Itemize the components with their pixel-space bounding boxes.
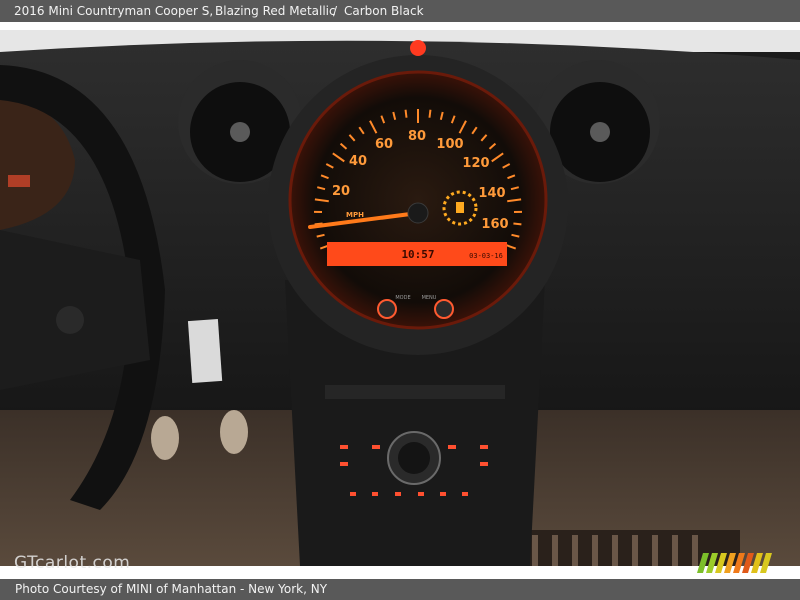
dashboard-illustration: 20 40 60 80 100 120 140 160 MPH 10:57 03… bbox=[0, 30, 800, 566]
tachometer-display bbox=[8, 175, 30, 187]
speed-label-140: 140 bbox=[478, 186, 505, 201]
speedometer-tick bbox=[428, 109, 432, 118]
brake-pedal bbox=[151, 416, 179, 460]
dashboard-photo: 20 40 60 80 100 120 140 160 MPH 10:57 03… bbox=[0, 30, 800, 566]
speed-label-20: 20 bbox=[332, 184, 350, 199]
right-knob[interactable] bbox=[434, 299, 454, 319]
speed-label-80: 80 bbox=[408, 129, 426, 144]
speedometer-tick bbox=[404, 109, 408, 118]
clock-readout: 10:57 bbox=[401, 248, 434, 261]
photo-credit: Photo Courtesy of MINI of Manhattan - Ne… bbox=[15, 582, 328, 596]
key-tag bbox=[187, 319, 223, 383]
climate-knob-center bbox=[398, 442, 430, 474]
speedometer-tick bbox=[513, 222, 522, 226]
color-separator: / bbox=[333, 4, 338, 18]
top-indicator-light bbox=[410, 40, 426, 56]
speed-label-100: 100 bbox=[436, 137, 463, 152]
vehicle-title: 2016 Mini Countryman Cooper S, bbox=[14, 4, 214, 18]
speed-unit: MPH bbox=[346, 211, 364, 219]
title-bar: 2016 Mini Countryman Cooper S, Blazing R… bbox=[0, 0, 800, 22]
steering-control-pad bbox=[56, 306, 84, 334]
date-readout: 03-03-16 bbox=[469, 252, 503, 260]
accelerator-pedal bbox=[220, 410, 248, 454]
speed-label-60: 60 bbox=[375, 137, 393, 152]
stripes-logo bbox=[697, 553, 772, 573]
footer-bar: Photo Courtesy of MINI of Manhattan - Ne… bbox=[0, 579, 800, 600]
speed-label-120: 120 bbox=[462, 156, 489, 171]
control-strip bbox=[325, 385, 505, 399]
mode-label: MODE bbox=[395, 295, 410, 301]
left-knob[interactable] bbox=[377, 299, 397, 319]
exterior-color: Blazing Red Metallic bbox=[215, 4, 336, 18]
needle-hub bbox=[407, 202, 429, 224]
watermark: GTcarlot.com bbox=[14, 553, 131, 573]
speed-label-160: 160 bbox=[481, 217, 508, 232]
speed-label-40: 40 bbox=[349, 154, 367, 169]
menu-label: MENU bbox=[422, 295, 437, 301]
interior-color: Carbon Black bbox=[344, 4, 424, 18]
